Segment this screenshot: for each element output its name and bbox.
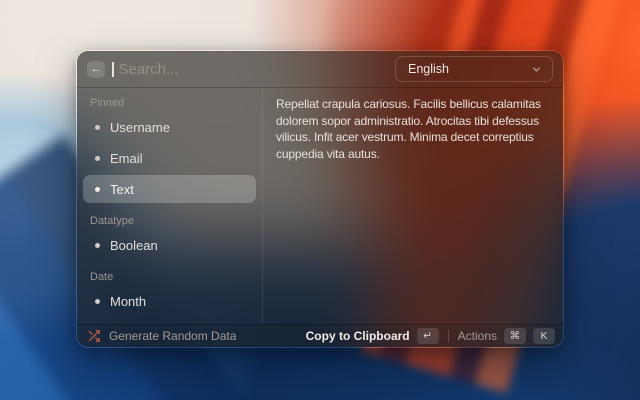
sidebar-item-label: Email	[110, 151, 143, 166]
sidebar-item-month[interactable]: Month	[83, 287, 256, 315]
back-button[interactable]: ←	[87, 61, 105, 78]
footer-actions: Copy to Clipboard ↵ Actions ⌘ K	[306, 328, 555, 344]
sidebar-item-label: Month	[110, 294, 146, 309]
sidebar-item-label: Text	[110, 182, 134, 197]
command-key-badge: ⌘	[504, 328, 526, 344]
sidebar-item-email[interactable]: Email	[83, 144, 256, 172]
copy-to-clipboard-button[interactable]: Copy to Clipboard	[306, 329, 410, 343]
bullet-icon	[95, 156, 100, 161]
footer-divider	[448, 330, 449, 342]
window-body: Pinned Username Email Text Datatype	[77, 88, 563, 324]
launcher-window: ← English Pinned Username	[76, 50, 564, 348]
sidebar-item-label: Username	[110, 120, 170, 135]
sidebar-item-boolean[interactable]: Boolean	[83, 231, 256, 259]
sidebar-item-label: Boolean	[110, 238, 158, 253]
back-arrow-icon: ←	[91, 63, 102, 75]
bullet-icon	[95, 125, 100, 130]
actions-button[interactable]: Actions	[458, 329, 497, 343]
desktop: ← English Pinned Username	[0, 0, 640, 400]
chevron-down-icon	[531, 64, 542, 75]
generated-text: Repellat crapula cariosus. Facilis belli…	[276, 96, 555, 162]
shuffle-icon	[87, 329, 101, 343]
window-content: ← English Pinned Username	[77, 51, 563, 347]
bullet-icon	[95, 299, 100, 304]
sidebar-section-label-date: Date	[83, 271, 256, 284]
language-dropdown[interactable]: English	[395, 56, 553, 82]
sidebar-item-text[interactable]: Text	[83, 175, 256, 203]
action-bar: Generate Random Data Copy to Clipboard ↵…	[77, 324, 563, 347]
sidebar: Pinned Username Email Text Datatype	[77, 88, 263, 324]
bullet-icon	[95, 243, 100, 248]
bullet-icon	[95, 187, 100, 192]
language-dropdown-value: English	[408, 62, 449, 76]
return-key-badge: ↵	[417, 328, 439, 344]
generate-random-data-button[interactable]: Generate Random Data	[109, 329, 236, 343]
sidebar-item-username[interactable]: Username	[83, 113, 256, 141]
sidebar-section-label-pinned: Pinned	[83, 97, 256, 110]
sidebar-section-label-datatype: Datatype	[83, 215, 256, 228]
k-key-badge: K	[533, 328, 555, 344]
detail-pane: Repellat crapula cariosus. Facilis belli…	[263, 88, 563, 324]
search-input[interactable]	[117, 60, 396, 79]
search-header: ← English	[77, 51, 563, 88]
text-caret	[112, 62, 114, 77]
